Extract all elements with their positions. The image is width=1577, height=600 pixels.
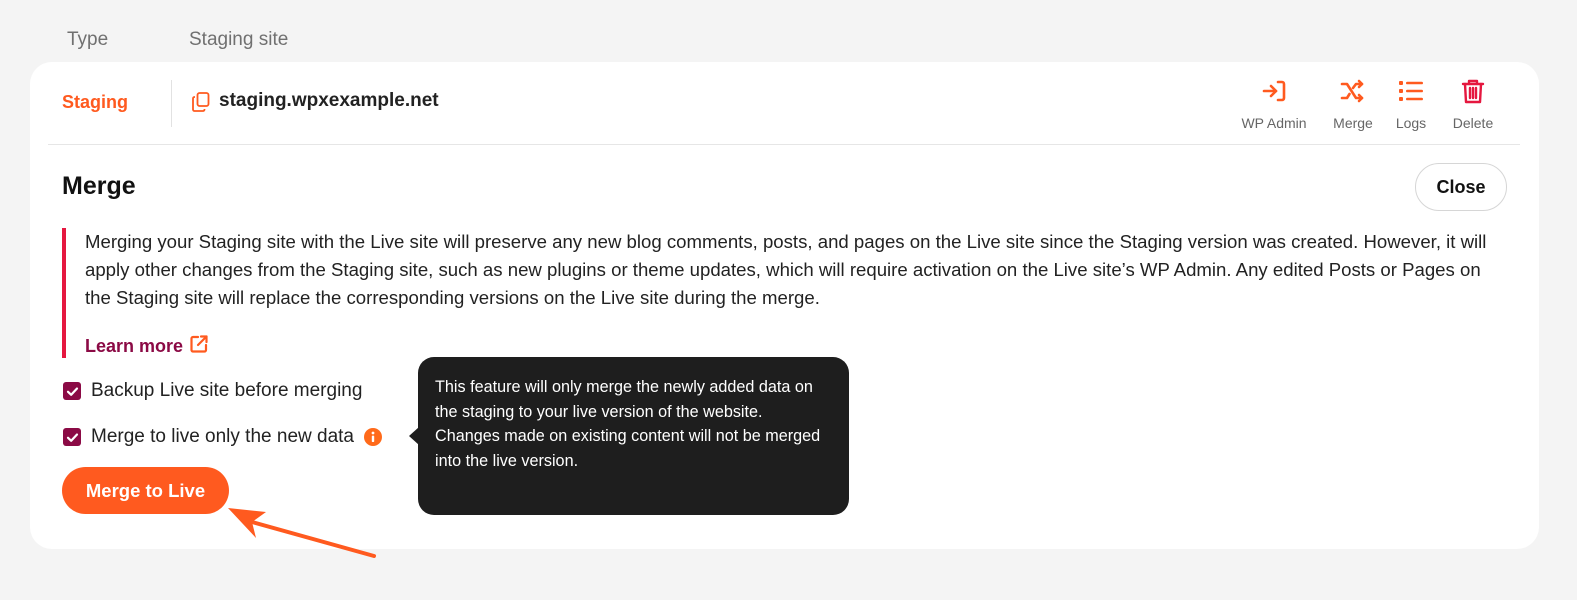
column-header-staging-site: Staging site [189, 29, 289, 50]
trash-icon [1460, 78, 1486, 109]
column-header-type: Type [67, 29, 109, 50]
staging-row: Staging staging.wpxexample.net WP Admin [30, 62, 1539, 144]
wp-admin-label: WP Admin [1241, 115, 1307, 131]
backup-checkbox[interactable] [63, 382, 81, 400]
table-column-headers: Type Staging site [67, 29, 288, 51]
merge-notice: Merging your Staging site with the Live … [62, 228, 1512, 358]
backup-option-label: Backup Live site before merging [91, 380, 363, 401]
new-data-option: Merge to live only the new data [63, 426, 382, 448]
staging-site-url[interactable]: staging.wpxexample.net [219, 90, 439, 112]
wp-admin-button[interactable]: WP Admin [1235, 78, 1313, 131]
row-divider [48, 144, 1520, 145]
merge-to-live-button[interactable]: Merge to Live [62, 467, 229, 514]
new-data-checkbox[interactable] [63, 428, 81, 446]
close-button[interactable]: Close [1415, 163, 1507, 211]
pointer-arrow [228, 508, 376, 558]
info-icon[interactable] [364, 428, 382, 446]
logs-label: Logs [1395, 115, 1427, 131]
learn-more-label: Learn more [85, 336, 184, 356]
tooltip-line-1: This feature will only merge the newly a… [435, 378, 813, 421]
tooltip-line-2: Changes made on existing content will no… [435, 427, 821, 470]
info-tooltip: This feature will only merge the newly a… [409, 357, 849, 515]
copy-icon[interactable] [192, 92, 210, 112]
merge-action-button[interactable]: Merge [1325, 78, 1381, 131]
divider [171, 80, 172, 127]
shuffle-icon [1340, 78, 1366, 109]
check-icon [66, 386, 78, 396]
list-icon [1398, 78, 1424, 109]
merge-action-label: Merge [1333, 115, 1373, 131]
backup-option: Backup Live site before merging [63, 380, 362, 402]
delete-label: Delete [1452, 115, 1494, 131]
new-data-option-label: Merge to live only the new data [91, 426, 354, 447]
check-icon [66, 432, 78, 442]
logs-button[interactable]: Logs [1387, 78, 1435, 131]
merge-panel-title: Merge [62, 172, 136, 200]
external-link-icon [189, 334, 209, 359]
delete-button[interactable]: Delete [1445, 78, 1501, 131]
merge-notice-text: Merging your Staging site with the Live … [85, 231, 1487, 308]
sign-in-icon [1261, 78, 1287, 109]
row-actions: WP Admin Merge Logs Delete [1235, 78, 1501, 131]
learn-more-link[interactable]: Learn more [85, 334, 209, 359]
type-label: Staging [62, 92, 128, 112]
